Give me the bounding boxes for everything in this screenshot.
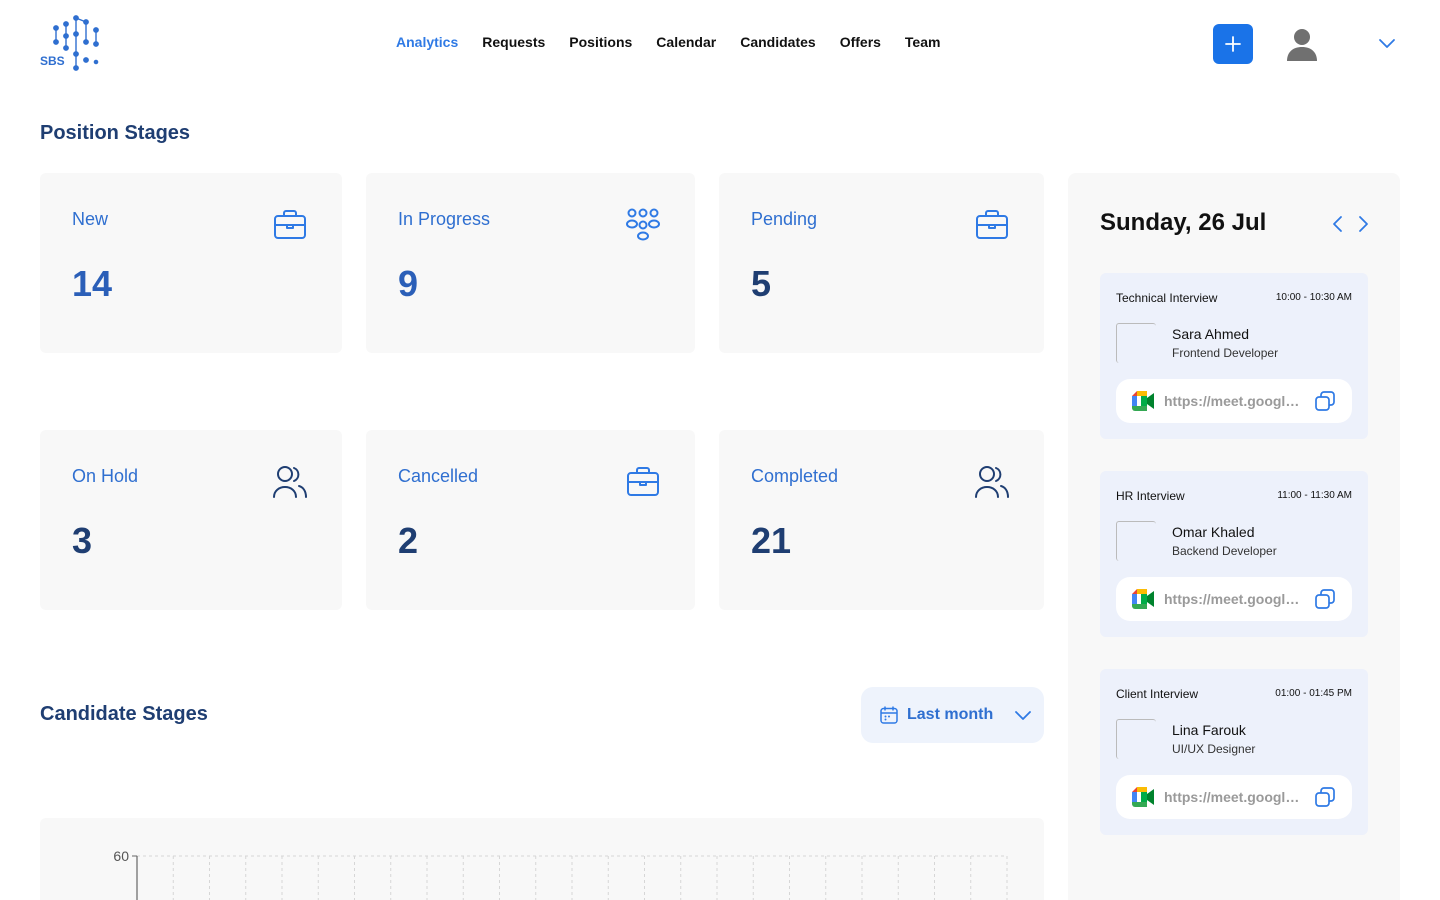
interview-time: 01:00 - 01:45 PM <box>1275 688 1352 699</box>
copy-icon[interactable] <box>1314 390 1336 412</box>
chevron-down-icon[interactable] <box>1378 36 1396 50</box>
interview-card[interactable]: HR Interview 11:00 - 11:30 AM Omar Khale… <box>1100 471 1368 637</box>
chevron-left-icon[interactable] <box>1329 213 1347 235</box>
nav-analytics[interactable]: Analytics <box>396 34 458 50</box>
nav-team[interactable]: Team <box>905 34 941 50</box>
stage-label: Cancelled <box>398 466 479 486</box>
date-range-label: Last month <box>907 706 994 723</box>
nav-requests[interactable]: Requests <box>482 34 545 50</box>
users-icon <box>975 466 1009 498</box>
y-tick-label: 60 <box>113 848 129 864</box>
stage-label: New <box>72 209 109 229</box>
candidate-photo <box>1116 719 1156 759</box>
stage-count: 21 <box>751 520 792 561</box>
stage-count: 2 <box>398 520 419 561</box>
calendar-icon <box>880 706 898 724</box>
briefcase-icon <box>274 210 306 239</box>
google-meet-icon <box>1132 787 1154 807</box>
stage-card-completed[interactable]: Completed 21 <box>719 430 1044 610</box>
main-nav: Analytics Requests Positions Calendar Ca… <box>396 34 940 50</box>
calendar-date: Sunday, 26 Jul <box>1100 209 1267 236</box>
add-button[interactable] <box>1213 24 1253 64</box>
interview-time: 10:00 - 10:30 AM <box>1275 292 1352 303</box>
stage-card-cancelled[interactable]: Cancelled 2 <box>366 430 695 610</box>
copy-icon[interactable] <box>1314 786 1336 808</box>
chevron-right-icon[interactable] <box>1354 213 1372 235</box>
candidate-name: Sara Ahmed <box>1172 326 1250 342</box>
candidate-role: UI/UX Designer <box>1172 742 1256 756</box>
meet-link[interactable]: https://meet.google.com/ <box>1116 577 1352 621</box>
interview-title: Technical Interview <box>1116 291 1218 305</box>
position-stages-title: Position Stages <box>40 122 191 144</box>
interview-card[interactable]: Technical Interview 10:00 - 10:30 AM Sar… <box>1100 273 1368 439</box>
stage-label: Completed <box>751 466 839 486</box>
candidate-stages-title: Candidate Stages <box>40 703 208 725</box>
interview-title: HR Interview <box>1116 489 1185 503</box>
stage-count: 5 <box>751 263 772 304</box>
stage-count: 3 <box>72 520 93 561</box>
calendar-panel: Sunday, 26 Jul Technical Interview 10:00… <box>1068 173 1400 900</box>
candidate-role: Backend Developer <box>1172 544 1277 558</box>
candidate-role: Frontend Developer <box>1172 346 1279 360</box>
candidate-photo <box>1116 521 1156 561</box>
meet-url: https://meet.google.com/ <box>1164 591 1306 607</box>
stage-card-in-progress[interactable]: In Progress 9 <box>366 173 695 353</box>
plus-icon <box>1225 36 1241 52</box>
date-range-dropdown[interactable]: Last month <box>861 687 1044 743</box>
group-icon <box>626 208 660 241</box>
copy-icon[interactable] <box>1314 588 1336 610</box>
nav-calendar[interactable]: Calendar <box>656 34 716 50</box>
sbs-logo[interactable]: SBS <box>38 14 108 72</box>
stage-card-pending[interactable]: Pending 5 <box>719 173 1044 353</box>
candidate-name: Omar Khaled <box>1172 524 1255 540</box>
nav-positions[interactable]: Positions <box>569 34 632 50</box>
users-icon <box>273 466 307 498</box>
meet-link[interactable]: https://meet.google.com/ <box>1116 379 1352 423</box>
google-meet-icon <box>1132 589 1154 609</box>
interview-card[interactable]: Client Interview 01:00 - 01:45 PM Lina F… <box>1100 669 1368 835</box>
candidate-name: Lina Farouk <box>1172 722 1246 738</box>
stage-card-new[interactable]: New 14 <box>40 173 342 353</box>
nav-offers[interactable]: Offers <box>840 34 881 50</box>
briefcase-icon <box>976 210 1008 239</box>
nav-candidates[interactable]: Candidates <box>740 34 815 50</box>
meet-url: https://meet.google.com/ <box>1164 789 1306 805</box>
google-meet-icon <box>1132 391 1154 411</box>
stage-count: 9 <box>398 263 419 304</box>
stage-count: 14 <box>72 263 113 304</box>
meet-link[interactable]: https://meet.google.com/ <box>1116 775 1352 819</box>
stage-label: On Hold <box>72 466 139 486</box>
interview-time: 11:00 - 11:30 AM <box>1277 490 1352 501</box>
candidate-photo <box>1116 323 1156 363</box>
briefcase-icon <box>627 467 659 496</box>
logo-text: SBS <box>40 54 65 68</box>
candidate-stages-chart: 60 <box>40 818 1044 900</box>
stage-label: In Progress <box>398 209 491 229</box>
meet-url: https://meet.google.com/ <box>1164 393 1306 409</box>
chevron-down-icon <box>1015 711 1032 720</box>
stage-card-on-hold[interactable]: On Hold 3 <box>40 430 342 610</box>
user-avatar-icon[interactable] <box>1284 26 1320 62</box>
stage-label: Pending <box>751 209 818 229</box>
chart-canvas: 60 <box>113 848 1008 900</box>
interview-title: Client Interview <box>1116 687 1199 701</box>
